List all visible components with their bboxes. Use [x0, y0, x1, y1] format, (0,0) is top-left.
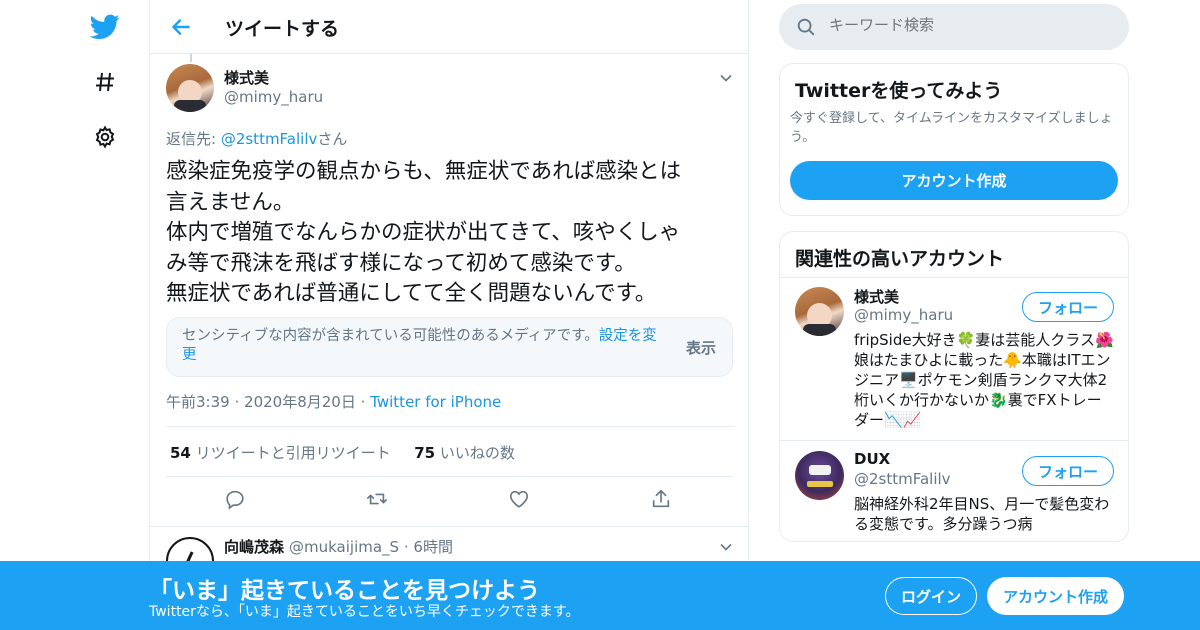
- sensitive-notice-label: センシティブな内容が含まれている可能性のあるメディアです。: [182, 328, 599, 344]
- avatar[interactable]: [166, 64, 214, 112]
- retweet-icon[interactable]: [366, 488, 392, 514]
- create-account-button[interactable]: アカウント作成: [790, 161, 1118, 200]
- main-column: ツイートする 様式美 @mimy_haru 返信先: @2sttmFalilvさ…: [149, 0, 749, 630]
- follow-button[interactable]: フォロー: [1022, 292, 1114, 322]
- banner-subtitle: Twitterなら、「いま」起きていることをいち早くチェックできます。: [149, 604, 580, 620]
- account-name[interactable]: DUX: [854, 450, 890, 468]
- meta-separator: ·: [360, 393, 366, 411]
- tweet-meta: 午前3:39 · 2020年8月20日 · Twitter for iPhone: [166, 391, 501, 412]
- page-title: ツイートする: [225, 18, 340, 40]
- author-handle[interactable]: @mimy_haru: [224, 88, 323, 106]
- tweet-date[interactable]: 2020年8月20日: [244, 393, 356, 411]
- reply-time[interactable]: 6時間: [413, 538, 453, 556]
- chevron-down-icon[interactable]: [716, 68, 736, 88]
- avatar[interactable]: [795, 287, 844, 336]
- divider: [166, 476, 734, 477]
- tweet-source[interactable]: Twitter for iPhone: [370, 393, 501, 411]
- account-bio: 脳神経外科2年目NS、月一で髪色変わる変態です。多分躁うつ病: [854, 495, 1110, 533]
- meta-separator: ·: [234, 393, 240, 411]
- search-bar[interactable]: [779, 4, 1129, 50]
- related-account[interactable]: 様式美 @mimy_haru フォロー fripSide大好き🍀妻は芸能人クラス…: [780, 278, 1128, 440]
- tweet-stats: 54 リツイートと引用リツイート 75 いいねの数: [170, 442, 515, 463]
- signup-button[interactable]: アカウント作成: [987, 577, 1124, 615]
- like-icon[interactable]: [508, 488, 534, 514]
- like-count: 75: [414, 444, 436, 462]
- follow-button[interactable]: フォロー: [1022, 456, 1114, 486]
- account-handle[interactable]: @mimy_haru: [854, 306, 953, 324]
- hashtag-icon[interactable]: [88, 65, 122, 99]
- signup-card-description: 今すぐ登録して、タイムラインをカスタマイズしましょう。: [790, 111, 1113, 145]
- meta-separator: ·: [403, 538, 409, 556]
- tweet-time[interactable]: 午前3:39: [166, 393, 230, 411]
- banner-title: 「いま」起きていることを見つけよう: [149, 578, 540, 604]
- retweet-stat[interactable]: 54 リツイートと引用リツイート: [170, 444, 391, 462]
- author-name[interactable]: 様式美: [224, 67, 269, 88]
- reply-author-name[interactable]: 向嶋茂森: [224, 536, 284, 557]
- signup-card: Twitterを使ってみよう 今すぐ登録して、タイムラインをカスタマイズしましょ…: [779, 63, 1129, 216]
- reply-to-link[interactable]: @2sttmFalilv: [221, 130, 318, 148]
- chevron-down-icon[interactable]: [716, 537, 736, 557]
- like-label: いいねの数: [439, 444, 515, 462]
- reply-context: 返信先: @2sttmFalilvさん: [166, 128, 347, 149]
- signup-card-title: Twitterを使ってみよう: [795, 80, 1003, 102]
- reply-author-handle[interactable]: @mukaijima_S: [289, 538, 399, 556]
- page-header: ツイートする: [150, 0, 749, 54]
- retweet-label: リツイートと引用リツイート: [195, 444, 391, 462]
- related-accounts-card: 関連性の高いアカウント 様式美 @mimy_haru フォロー fripSide…: [779, 231, 1129, 542]
- related-card-title: 関連性の高いアカウント: [795, 248, 1005, 270]
- share-icon[interactable]: [650, 488, 676, 514]
- search-input[interactable]: [829, 16, 1109, 34]
- account-bio: fripSide大好き🍀妻は芸能人クラス🌺娘はたまひよに載った🐥本職はITエンジ…: [854, 331, 1114, 429]
- reply-icon[interactable]: [224, 488, 250, 514]
- account-name[interactable]: 様式美: [854, 286, 899, 307]
- reply-author-meta: @mukaijima_S · 6時間: [289, 536, 453, 557]
- twitter-bird-icon[interactable]: [88, 10, 122, 44]
- reply-suffix: さん: [317, 130, 348, 148]
- avatar[interactable]: [795, 451, 844, 500]
- show-media-button[interactable]: 表示: [686, 337, 716, 358]
- tweet-text: 感染症免疫学の観点からも、無症状であれば感染とは 言えません。 体内で増殖でなん…: [166, 159, 682, 306]
- signup-banner: 「いま」起きていることを見つけよう Twitterなら、「いま」起きていることを…: [0, 561, 1200, 630]
- divider: [166, 426, 734, 427]
- like-stat[interactable]: 75 いいねの数: [414, 444, 515, 462]
- retweet-count: 54: [170, 444, 191, 462]
- thread-line: [190, 54, 192, 62]
- reply-prefix: 返信先:: [166, 130, 221, 148]
- sensitive-notice-text: センシティブな内容が含まれている可能性のあるメディアです。設定を変更: [182, 327, 667, 365]
- back-arrow-icon[interactable]: [168, 14, 194, 40]
- gear-icon[interactable]: [88, 120, 122, 154]
- account-handle[interactable]: @2sttmFalilv: [854, 470, 951, 488]
- login-button[interactable]: ログイン: [885, 577, 977, 615]
- sensitive-media-notice: センシティブな内容が含まれている可能性のあるメディアです。設定を変更 表示: [166, 317, 733, 377]
- related-account[interactable]: DUX @2sttmFalilv フォロー 脳神経外科2年目NS、月一で髪色変わ…: [780, 441, 1128, 541]
- search-icon: [795, 16, 817, 38]
